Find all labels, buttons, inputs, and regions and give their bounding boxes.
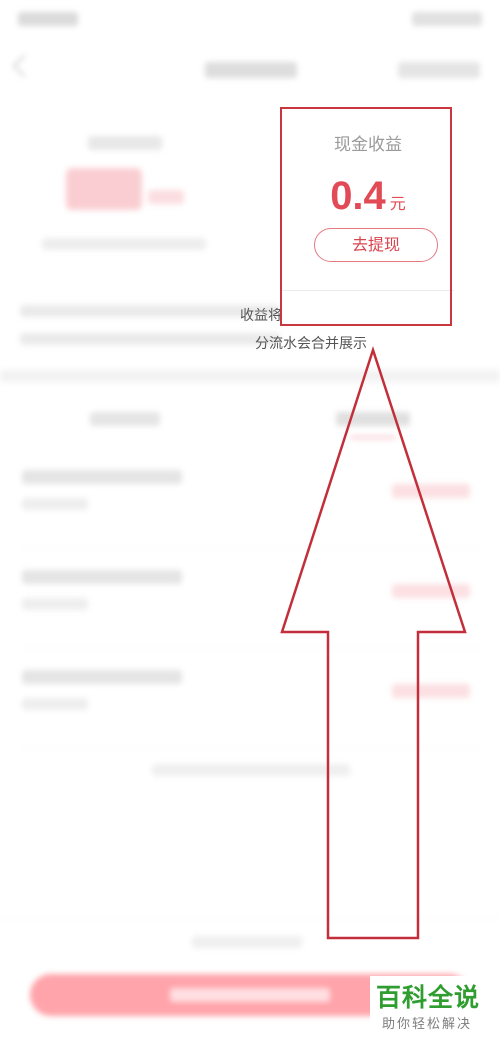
list-item-date bbox=[22, 698, 88, 710]
list-item-title bbox=[22, 570, 182, 584]
nav-right-link[interactable] bbox=[398, 62, 480, 78]
list-item-date bbox=[22, 598, 88, 610]
highlight-frame bbox=[280, 107, 452, 326]
list-item[interactable] bbox=[0, 448, 500, 548]
section-divider bbox=[0, 370, 500, 382]
chevron-left-icon[interactable] bbox=[12, 54, 36, 78]
tab-cash-income[interactable] bbox=[336, 412, 410, 426]
list-item-title bbox=[22, 670, 182, 684]
gold-income-label bbox=[88, 136, 162, 150]
page-title bbox=[205, 62, 297, 78]
tab-active-indicator bbox=[350, 436, 396, 439]
list-item-title bbox=[22, 470, 182, 484]
list-item-amount bbox=[392, 584, 470, 598]
watermark-logo: 百科全说 助你轻松解决 bbox=[370, 976, 492, 1036]
watermark-subtitle: 助你轻松解决 bbox=[382, 1017, 473, 1032]
row-divider bbox=[22, 747, 480, 748]
list-item[interactable] bbox=[0, 548, 500, 648]
notice-line-2 bbox=[20, 333, 280, 345]
list-item[interactable] bbox=[0, 648, 500, 748]
notice-line-2-visible: 分流水会合并展示 bbox=[255, 336, 367, 352]
bottom-divider bbox=[0, 918, 500, 919]
tab-gold-income[interactable] bbox=[90, 412, 160, 426]
list-end-note bbox=[152, 764, 350, 776]
nav-bar bbox=[0, 44, 500, 96]
status-bar bbox=[0, 0, 500, 40]
list-item-amount bbox=[392, 684, 470, 698]
bottom-action-label bbox=[170, 988, 330, 1002]
list-item-date bbox=[22, 498, 88, 510]
gold-income-unit bbox=[148, 190, 184, 204]
gold-income-note bbox=[42, 238, 206, 250]
status-time bbox=[18, 12, 78, 26]
bottom-note bbox=[192, 936, 302, 948]
status-indicators bbox=[412, 12, 482, 26]
gold-income-value bbox=[66, 168, 142, 210]
list-item-amount bbox=[392, 484, 470, 498]
watermark-title: 百科全说 bbox=[376, 983, 481, 1012]
